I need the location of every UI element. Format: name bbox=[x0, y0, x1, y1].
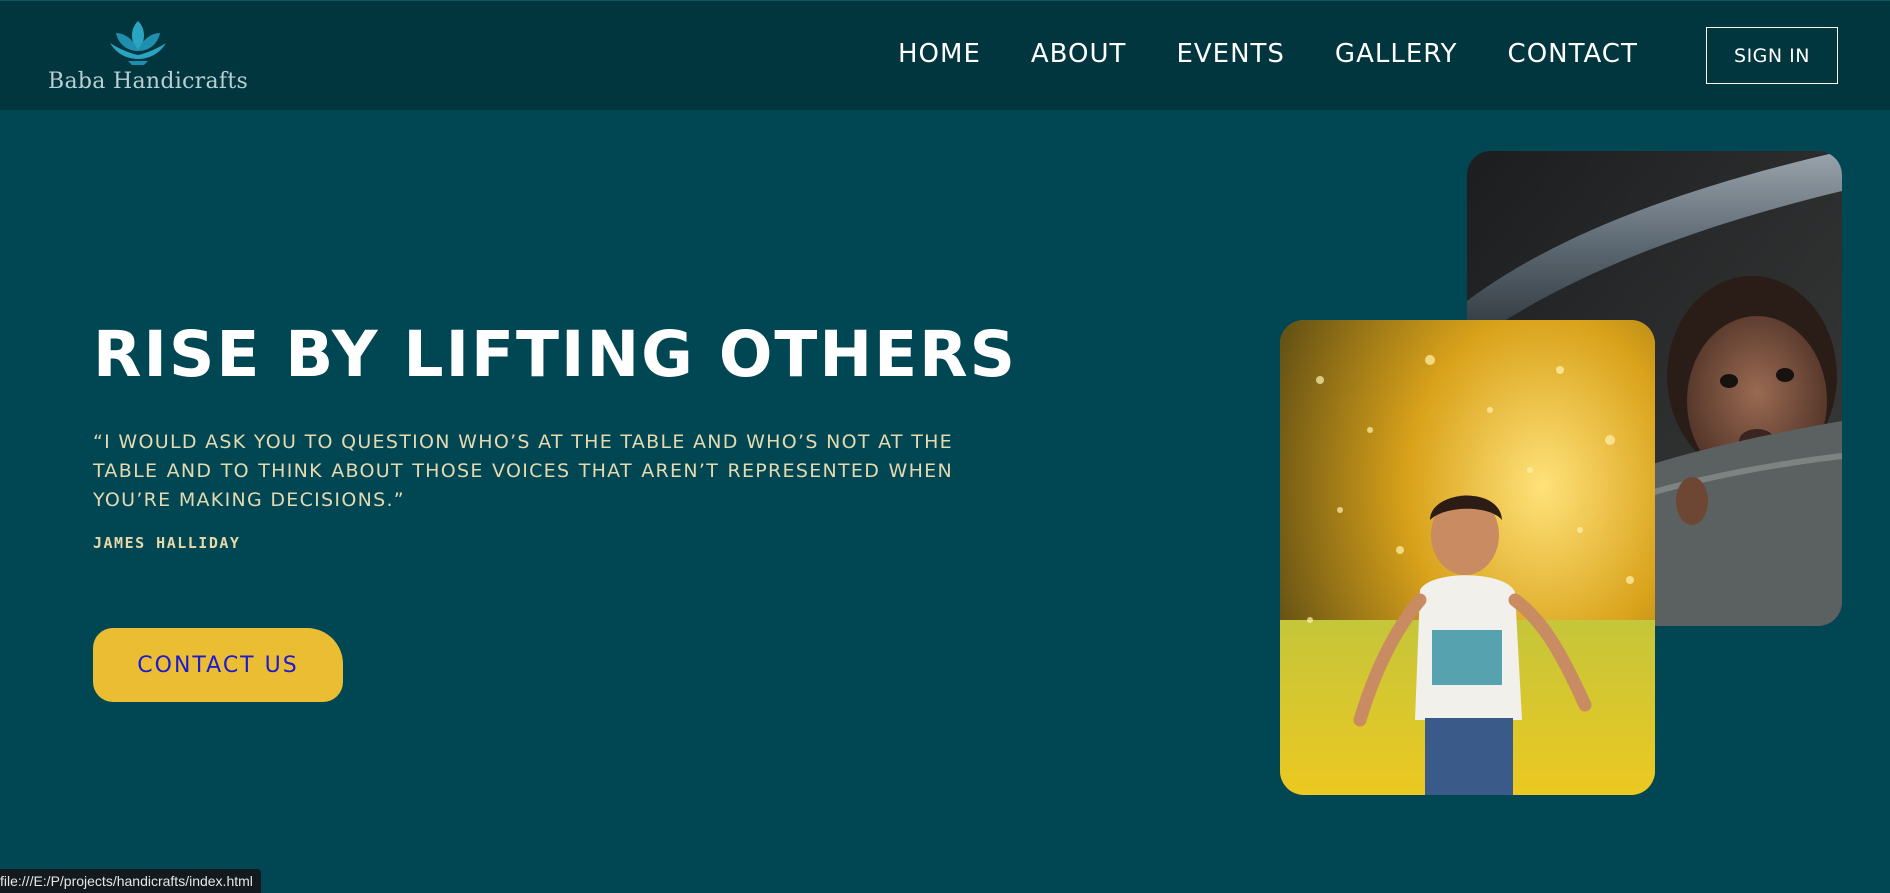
brand-name: Baba Handicrafts bbox=[48, 69, 249, 94]
nav-about[interactable]: ABOUT bbox=[1031, 39, 1127, 73]
main-nav: HOME ABOUT EVENTS GALLERY CONTACT bbox=[898, 39, 1638, 73]
nav-events[interactable]: EVENTS bbox=[1176, 39, 1284, 73]
nav-home[interactable]: HOME bbox=[898, 39, 981, 73]
brand-logo[interactable]: Baba Handicrafts bbox=[48, 17, 248, 97]
nav-contact[interactable]: CONTACT bbox=[1508, 39, 1638, 73]
contact-us-button[interactable]: CONTACT US bbox=[93, 628, 343, 702]
site-header: Baba Handicrafts HOME ABOUT EVENTS GALLE… bbox=[0, 0, 1890, 110]
lotus-icon bbox=[108, 17, 168, 67]
browser-status-url: file:///E:/P/projects/handicrafts/index.… bbox=[0, 869, 261, 893]
hero-title: RISE BY LIFTING OTHERS bbox=[93, 318, 1018, 391]
sign-in-button[interactable]: SIGN IN bbox=[1706, 27, 1838, 84]
quote-author: JAMES HALLIDAY bbox=[93, 534, 241, 552]
nav-gallery[interactable]: GALLERY bbox=[1335, 39, 1458, 73]
child-running-in-water-photo bbox=[1280, 320, 1655, 795]
hero-quote: “I WOULD ASK YOU TO QUESTION WHO’S AT TH… bbox=[93, 431, 953, 511]
